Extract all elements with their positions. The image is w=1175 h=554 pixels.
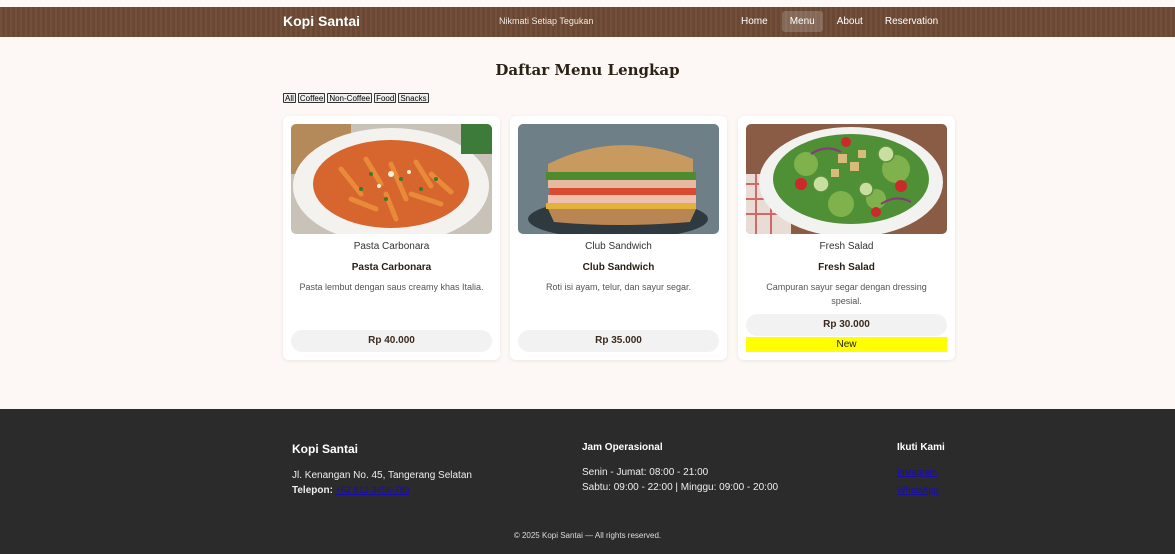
menu-card-pasta[interactable]: Pasta Carbonara Pasta Carbonara Pasta le… [283, 116, 500, 360]
item-name: Fresh Salad [818, 262, 875, 273]
whatsapp-link[interactable]: WhatsApp [897, 485, 939, 495]
nav-reservation[interactable]: Reservation [877, 11, 946, 32]
food-image [746, 124, 947, 234]
footer-brand: Kopi Santai [292, 442, 359, 456]
site-footer: Kopi Santai Jl. Kenangan No. 45, Tangera… [0, 409, 1175, 554]
footer-address: Jl. Kenangan No. 45, Tangerang Selatan [292, 470, 472, 481]
phone-link[interactable]: +62 812-3456-789 [336, 485, 410, 495]
filter-coffee[interactable]: Coffee [297, 93, 326, 103]
item-description: Roti isi ayam, telur, dan sayur segar. [545, 282, 692, 292]
filter-snacks[interactable]: Snacks [398, 93, 429, 103]
footer-social: Ikuti Kami Instagram WhatsApp [897, 442, 945, 498]
filter-food[interactable]: Food [374, 93, 397, 103]
item-name: Club Sandwich [582, 262, 655, 273]
filter-non-coffee[interactable]: Non-Coffee [327, 93, 373, 103]
new-badge: New [746, 337, 947, 352]
footer-hours: Jam Operasional Senin - Jumat: 08:00 - 2… [582, 442, 778, 495]
item-price: Rp 35.000 [518, 330, 719, 352]
item-description: Pasta lembut dengan saus creamy khas Ita… [299, 282, 484, 292]
item-price: Rp 40.000 [291, 330, 492, 352]
image-caption: Pasta Carbonara [353, 241, 430, 252]
hours-weekday: Senin - Jumat: 08:00 - 21:00 [582, 467, 709, 478]
footer-about: Kopi Santai Jl. Kenangan No. 45, Tangera… [292, 442, 472, 498]
footer-phone-row: Telepon: +62 812-3456-789 [292, 483, 472, 498]
page-title: Daftar Menu Lengkap [495, 61, 680, 79]
copyright: © 2025 Kopi Santai — All rights reserved… [513, 531, 662, 540]
brand-logo[interactable]: Kopi Santai [283, 13, 360, 29]
nav-menu[interactable]: Menu [781, 11, 823, 32]
tagline: Nikmati Setiap Tegukan [499, 16, 594, 26]
image-caption: Fresh Salad [819, 241, 874, 252]
nav-home[interactable]: Home [733, 11, 776, 32]
category-filters: All Coffee Non-Coffee Food Snacks [283, 93, 429, 103]
food-image [291, 124, 492, 234]
item-description: Campuran sayur segar dengan dressing spe… [766, 282, 927, 306]
instagram-link[interactable]: Instagram [897, 467, 937, 477]
nav-about[interactable]: About [829, 11, 871, 32]
hours-title: Jam Operasional [582, 442, 663, 453]
menu-card-salad[interactable]: Fresh Salad Fresh Salad Campuran sayur s… [738, 116, 955, 360]
item-name: Pasta Carbonara [351, 262, 432, 273]
hours-weekend: Sabtu: 09:00 - 22:00 | Minggu: 09:00 - 2… [582, 482, 779, 493]
food-image [518, 124, 719, 234]
main-nav: Home Menu About Reservation [733, 11, 946, 32]
image-caption: Club Sandwich [585, 241, 652, 252]
phone-label: Telepon: [292, 485, 333, 496]
top-navbar: Kopi Santai Nikmati Setiap Tegukan Home … [0, 7, 1175, 37]
filter-all[interactable]: All [283, 93, 296, 103]
menu-card-sandwich[interactable]: Club Sandwich Club Sandwich Roti isi aya… [510, 116, 727, 360]
social-title: Ikuti Kami [897, 442, 945, 453]
item-price: Rp 30.000 [746, 314, 947, 336]
